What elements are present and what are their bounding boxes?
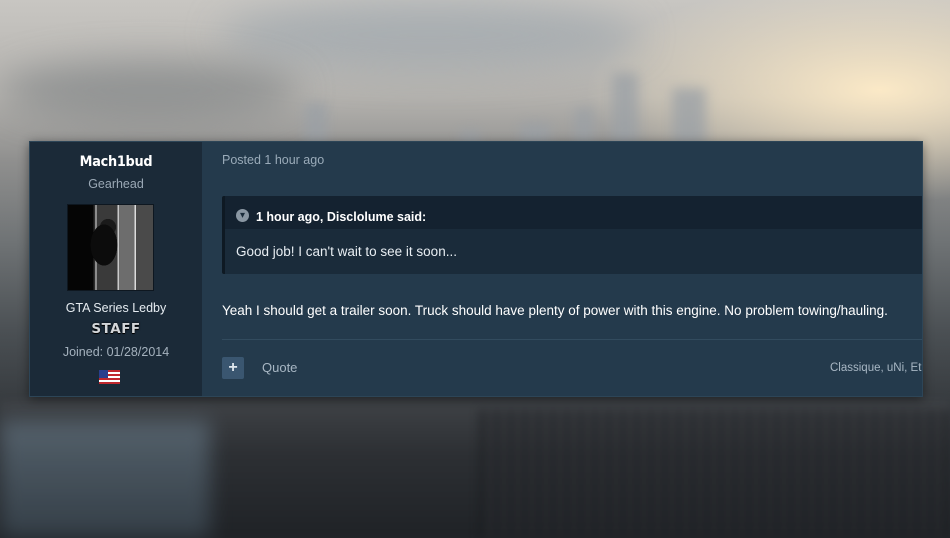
- avatar[interactable]: [67, 204, 154, 291]
- quote-citation[interactable]: 1 hour ago, Disclolume said:: [256, 210, 426, 224]
- divider: [222, 339, 922, 340]
- post-content: Posted 1 hour ago ▾ 1 hour ago, Disclolu…: [202, 142, 922, 396]
- quote-button[interactable]: Quote: [262, 360, 297, 375]
- multiquote-plus-button[interactable]: +: [222, 357, 244, 379]
- author-group: GTA Series Ledby: [65, 301, 167, 315]
- us-flag-icon: [99, 370, 120, 384]
- post-timestamp[interactable]: Posted 1 hour ago: [222, 153, 324, 167]
- staff-badge: STAFF: [91, 321, 141, 337]
- reactions-list[interactable]: Classique, uNi, Et: [830, 362, 921, 374]
- quote-header: ▾ 1 hour ago, Disclolume said:: [225, 196, 922, 229]
- chevron-down-icon[interactable]: ▾: [236, 209, 249, 222]
- author-name[interactable]: Mach1bud: [37, 154, 195, 170]
- joined-date: Joined: 01/28/2014: [62, 345, 170, 359]
- author-rank-title: Gearhead: [88, 177, 144, 191]
- post-message: Yeah I should get a trailer soon. Truck …: [222, 303, 888, 318]
- author-panel: Mach1bud Gearhead GTA Series Ledby STAFF…: [30, 142, 202, 396]
- quote-body: Good job! I can't wait to see it soon...: [236, 244, 457, 259]
- forum-post: Mach1bud Gearhead GTA Series Ledby STAFF…: [29, 141, 923, 397]
- quote-block: ▾ 1 hour ago, Disclolume said: Good job!…: [222, 196, 922, 274]
